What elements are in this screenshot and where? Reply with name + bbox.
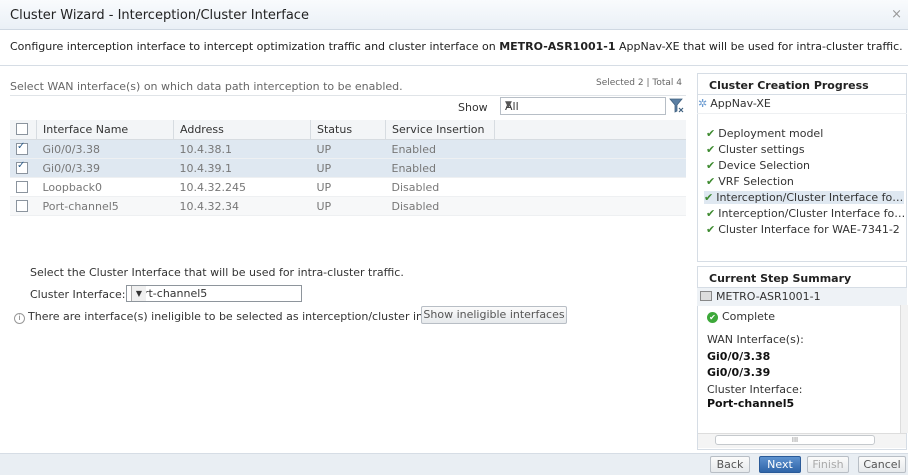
progress-step[interactable]: ✔ Deployment model (706, 127, 906, 140)
cluster-interface-select[interactable]: Port-channel5 ▼ (126, 285, 302, 302)
summary-cluster-label: Cluster Interface: (707, 383, 803, 396)
summary-title: Current Step Summary (709, 272, 852, 285)
progress-step[interactable]: ✔ Cluster settings (706, 143, 906, 156)
interface-service: Enabled (385, 158, 495, 178)
check-icon: ✔ (706, 207, 716, 220)
row-checkbox-checked[interactable] (16, 141, 28, 155)
selected-count: Selected 2 (596, 78, 644, 88)
row-checkbox-cell[interactable] (10, 177, 37, 197)
appnav-icon: ✲ (698, 97, 708, 110)
progress-root-label: AppNav-XE (710, 97, 771, 110)
progress-title: Cluster Creation Progress (709, 79, 869, 92)
finish-button[interactable]: Finish (807, 456, 849, 473)
progress-step[interactable]: ✔ Device Selection (706, 159, 906, 172)
table-row[interactable]: Loopback0 10.4.32.245 UP Disabled (10, 177, 686, 197)
header-divider (0, 65, 908, 66)
select-all-header[interactable] (10, 120, 37, 140)
column-header-address[interactable]: Address (173, 120, 311, 140)
progress-step[interactable]: ✔ Interception/Cluster Interface for VP..… (706, 207, 906, 220)
chevron-down-icon: ▼ (131, 286, 146, 301)
interface-name: Gi0/0/3.38 (36, 139, 174, 159)
wan-section-title: Select WAN interface(s) on which data pa… (10, 80, 403, 93)
window-title: Cluster Wizard - Interception/Cluster In… (10, 8, 309, 23)
progress-step[interactable]: ✔ Cluster Interface for WAE-7341-2 (706, 223, 906, 236)
check-icon: ✔ (706, 223, 716, 236)
chevron-down-icon: ▼ (505, 100, 512, 110)
show-filter-select[interactable]: All ▼ (500, 97, 666, 115)
interface-service: Enabled (385, 139, 495, 159)
description-prefix: Configure interception interface to inte… (10, 40, 500, 53)
progress-step[interactable]: ✔ VRF Selection (706, 175, 906, 188)
interface-address: 10.4.32.245 (173, 177, 311, 197)
column-header-status[interactable]: Status (310, 120, 386, 140)
next-button[interactable]: Next (759, 456, 801, 473)
row-checkbox[interactable] (16, 199, 28, 212)
column-header-interface[interactable]: Interface Name (36, 120, 174, 140)
wizard-description: Configure interception interface to inte… (10, 40, 903, 53)
show-label: Show (458, 101, 488, 114)
column-header-service[interactable]: Service Insertion (385, 120, 495, 140)
interface-address: 10.4.38.1 (173, 139, 311, 159)
interface-service: Disabled (385, 196, 495, 216)
scroll-thumb[interactable]: III (715, 435, 875, 445)
row-checkbox-cell[interactable] (10, 139, 37, 159)
total-count: Total 4 (652, 78, 682, 88)
select-all-checkbox[interactable] (16, 123, 28, 135)
table-header-row: Interface Name Address Status Service In… (10, 120, 686, 140)
cluster-hint: Select the Cluster Interface that will b… (30, 266, 404, 279)
summary-wan-value: Gi0/0/3.39 (707, 366, 771, 379)
interface-address: 10.4.39.1 (173, 158, 311, 178)
cancel-button[interactable]: Cancel (858, 456, 906, 473)
interface-status: UP (310, 177, 386, 197)
complete-icon: ✔ (707, 312, 718, 323)
row-checkbox-checked[interactable] (16, 160, 28, 174)
device-icon (700, 291, 712, 301)
row-checkbox[interactable] (16, 180, 28, 193)
table-row[interactable]: Gi0/0/3.39 10.4.39.1 UP Enabled (10, 158, 686, 178)
summary-wan-label: WAN Interface(s): (707, 333, 804, 346)
close-icon[interactable]: × (891, 7, 902, 22)
interface-service: Disabled (385, 177, 495, 197)
table-row[interactable]: Gi0/0/3.38 10.4.38.1 UP Enabled (10, 139, 686, 159)
interface-status: UP (310, 158, 386, 178)
check-icon: ✔ (706, 175, 716, 188)
interface-name: Gi0/0/3.39 (36, 158, 174, 178)
interface-name: Port-channel5 (36, 196, 174, 216)
summary-status: ✔ Complete (707, 310, 775, 323)
ineligible-notice: i There are interface(s) ineligible to be… (14, 310, 462, 324)
description-suffix: AppNav-XE that will be used for intra-cl… (615, 40, 903, 53)
interface-status: UP (310, 196, 386, 216)
cluster-interface-label: Cluster Interface: (30, 288, 126, 301)
row-checkbox-cell[interactable] (10, 196, 37, 216)
selection-count: Selected 2 | Total 4 (596, 78, 682, 88)
interface-table: Interface Name Address Status Service In… (10, 120, 686, 216)
check-icon: ✔ (704, 191, 714, 204)
summary-cluster-value: Port-channel5 (707, 397, 795, 410)
progress-root: ✲ AppNav-XE (698, 97, 771, 110)
column-header-filler (494, 120, 686, 140)
summary-vertical-scrollbar[interactable] (900, 305, 908, 433)
progress-step-current[interactable]: ✔ Interception/Cluster Interface for M... (704, 191, 904, 204)
info-icon: i (14, 313, 25, 324)
back-button[interactable]: Back (710, 456, 750, 473)
interface-address: 10.4.32.34 (173, 196, 311, 216)
filter-icon[interactable] (668, 96, 684, 114)
show-ineligible-button[interactable]: Show ineligible interfaces (421, 306, 567, 324)
check-icon: ✔ (706, 159, 716, 172)
check-icon: ✔ (706, 143, 716, 156)
description-device: METRO-ASR1001-1 (499, 40, 616, 53)
check-icon: ✔ (706, 127, 716, 140)
interface-name: Loopback0 (36, 177, 174, 197)
table-row[interactable]: Port-channel5 10.4.32.34 UP Disabled (10, 196, 686, 216)
row-checkbox-cell[interactable] (10, 158, 37, 178)
summary-device-name: METRO-ASR1001-1 (716, 290, 821, 303)
summary-wan-value: Gi0/0/3.38 (707, 350, 771, 363)
summary-device: METRO-ASR1001-1 (700, 290, 821, 303)
interface-status: UP (310, 139, 386, 159)
ineligible-text: There are interface(s) ineligible to be … (28, 310, 463, 323)
